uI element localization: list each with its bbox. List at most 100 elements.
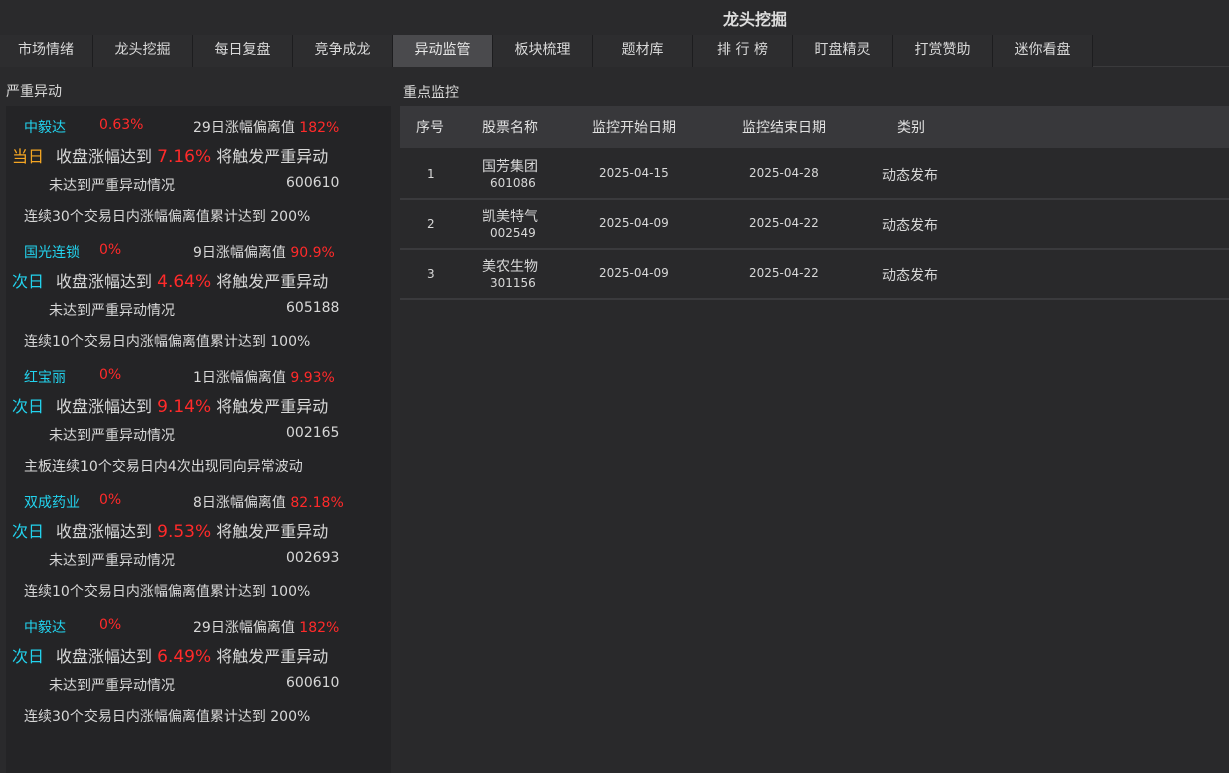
- rule-text: 主板连续10个交易日内4次出现同向异常波动: [24, 459, 303, 475]
- tab-leader-mining[interactable]: 龙头挖掘: [93, 35, 193, 67]
- change-percent: 0%: [99, 242, 122, 258]
- status-text: 未达到严重异动情况: [49, 303, 175, 319]
- alert-card[interactable]: 红宝丽 0% 1日涨幅偏离值 9.93% 次日 收盘涨幅达到 9.14% 将触发严…: [6, 356, 391, 481]
- row-category: 动态发布: [882, 168, 938, 184]
- threshold-value: 9.53%: [157, 522, 212, 542]
- status-text: 未达到严重异动情况: [49, 428, 175, 444]
- col-stock-name[interactable]: 股票名称: [482, 117, 538, 137]
- row-category: 动态发布: [882, 218, 938, 234]
- title-bar: 龙头挖掘: [0, 0, 1229, 35]
- trigger-line: 次日 收盘涨幅达到 9.14% 将触发严重异动: [12, 397, 329, 417]
- row-stock-name: 美农生物: [482, 259, 538, 275]
- tab-watch-sprite[interactable]: 盯盘精灵: [793, 35, 893, 67]
- severe-abnormal-heading: 严重异动: [6, 84, 62, 100]
- threshold-value: 6.49%: [157, 647, 212, 667]
- row-start-date: 2025-04-15: [599, 166, 669, 180]
- deviation-value: 182%: [299, 120, 340, 136]
- stock-name: 国光连锁: [24, 245, 80, 261]
- alert-card[interactable]: 国光连锁 0% 9日涨幅偏离值 90.9% 次日 收盘涨幅达到 4.64% 将触发…: [6, 231, 391, 356]
- day-label: 次日: [12, 647, 45, 666]
- table-row[interactable]: 1 国芳集团 601086 2025-04-15 2025-04-28 动态发布: [400, 150, 1229, 200]
- tab-competition[interactable]: 竞争成龙: [293, 35, 393, 67]
- tab-sector-review[interactable]: 板块梳理: [493, 35, 593, 67]
- row-end-date: 2025-04-22: [749, 266, 819, 280]
- stock-name: 中毅达: [24, 620, 66, 636]
- col-end-date[interactable]: 监控结束日期: [742, 117, 826, 137]
- main-tabs: 市场情绪 龙头挖掘 每日复盘 竞争成龙 异动监管 板块梳理 题材库 排 行 榜 …: [0, 35, 1229, 67]
- deviation-value: 9.93%: [290, 370, 335, 386]
- row-end-date: 2025-04-22: [749, 216, 819, 230]
- table-row[interactable]: 2 凯美特气 002549 2025-04-09 2025-04-22 动态发布: [400, 200, 1229, 250]
- status-text: 未达到严重异动情况: [49, 678, 175, 694]
- stock-name: 红宝丽: [24, 370, 66, 386]
- change-percent: 0%: [99, 492, 122, 508]
- alert-card[interactable]: 双成药业 0% 8日涨幅偏离值 82.18% 次日 收盘涨幅达到 9.53% 将触…: [6, 481, 391, 606]
- deviation-label: 8日涨幅偏离值 82.18%: [193, 495, 344, 511]
- row-stock-name: 国芳集团: [482, 159, 538, 175]
- rule-text: 连续10个交易日内涨幅偏离值累计达到 100%: [24, 334, 311, 350]
- change-percent: 0%: [99, 617, 122, 633]
- trigger-line: 次日 收盘涨幅达到 6.49% 将触发严重异动: [12, 647, 329, 667]
- row-category: 动态发布: [882, 268, 938, 284]
- stock-name: 中毅达: [24, 120, 66, 136]
- alert-card[interactable]: 中毅达 0% 29日涨幅偏离值 182% 次日 收盘涨幅达到 6.49% 将触发严…: [6, 606, 391, 731]
- stock-name: 双成药业: [24, 495, 80, 511]
- tab-ranking[interactable]: 排 行 榜: [693, 35, 793, 67]
- deviation-value: 182%: [299, 620, 340, 636]
- row-index: 3: [427, 267, 435, 281]
- status-text: 未达到严重异动情况: [49, 178, 175, 194]
- rule-text: 连续30个交易日内涨幅偏离值累计达到 200%: [24, 209, 311, 225]
- tab-donate[interactable]: 打赏赞助: [893, 35, 993, 67]
- threshold-value: 4.64%: [157, 272, 212, 292]
- day-label: 次日: [12, 397, 45, 416]
- col-index[interactable]: 序号: [416, 117, 444, 137]
- deviation-label: 9日涨幅偏离值 90.9%: [193, 245, 335, 261]
- tab-theme-library[interactable]: 题材库: [593, 35, 693, 67]
- status-text: 未达到严重异动情况: [49, 553, 175, 569]
- row-start-date: 2025-04-09: [599, 216, 669, 230]
- deviation-label: 29日涨幅偏离值 182%: [193, 620, 340, 636]
- alert-card[interactable]: 中毅达 0.63% 29日涨幅偏离值 182% 当日 收盘涨幅达到 7.16% 将…: [6, 106, 391, 231]
- stock-code: 600610: [286, 175, 340, 191]
- day-label: 当日: [12, 147, 45, 166]
- row-stock-code: 002549: [490, 226, 536, 240]
- deviation-value: 82.18%: [290, 495, 344, 511]
- key-monitor-panel: 序号 股票名称 监控开始日期 监控结束日期 类别 1 国芳集团 601086 2…: [400, 106, 1229, 773]
- trigger-line: 当日 收盘涨幅达到 7.16% 将触发严重异动: [12, 147, 329, 167]
- change-percent: 0.63%: [99, 117, 144, 133]
- row-end-date: 2025-04-28: [749, 166, 819, 180]
- col-category[interactable]: 类别: [897, 117, 925, 137]
- trigger-line: 次日 收盘涨幅达到 9.53% 将触发严重异动: [12, 522, 329, 542]
- deviation-label: 1日涨幅偏离值 9.93%: [193, 370, 335, 386]
- row-stock-name: 凯美特气: [482, 209, 538, 225]
- day-label: 次日: [12, 272, 45, 291]
- tab-market-sentiment[interactable]: 市场情绪: [0, 35, 93, 67]
- deviation-label: 29日涨幅偏离值 182%: [193, 120, 340, 136]
- key-monitor-heading: 重点监控: [403, 85, 459, 101]
- day-label: 次日: [12, 522, 45, 541]
- change-percent: 0%: [99, 367, 122, 383]
- table-header: 序号 股票名称 监控开始日期 监控结束日期 类别: [400, 106, 1229, 148]
- rule-text: 连续10个交易日内涨幅偏离值累计达到 100%: [24, 584, 311, 600]
- app-title: 龙头挖掘: [722, 10, 787, 29]
- row-index: 2: [427, 217, 435, 231]
- stock-code: 002693: [286, 550, 340, 566]
- stock-code: 002165: [286, 425, 340, 441]
- threshold-value: 9.14%: [157, 397, 212, 417]
- row-stock-code: 301156: [490, 276, 536, 290]
- tab-mini-view[interactable]: 迷你看盘: [993, 35, 1093, 67]
- tab-daily-review[interactable]: 每日复盘: [193, 35, 293, 67]
- row-start-date: 2025-04-09: [599, 266, 669, 280]
- col-start-date[interactable]: 监控开始日期: [592, 117, 676, 137]
- deviation-value: 90.9%: [290, 245, 335, 261]
- row-stock-code: 601086: [490, 176, 536, 190]
- tab-abnormal-monitor[interactable]: 异动监管: [393, 35, 493, 67]
- trigger-line: 次日 收盘涨幅达到 4.64% 将触发严重异动: [12, 272, 329, 292]
- severe-abnormal-panel: 中毅达 0.63% 29日涨幅偏离值 182% 当日 收盘涨幅达到 7.16% 将…: [6, 106, 391, 773]
- table-row[interactable]: 3 美农生物 301156 2025-04-09 2025-04-22 动态发布: [400, 250, 1229, 300]
- threshold-value: 7.16%: [157, 147, 212, 167]
- row-index: 1: [427, 167, 435, 181]
- rule-text: 连续30个交易日内涨幅偏离值累计达到 200%: [24, 709, 311, 725]
- stock-code: 605188: [286, 300, 340, 316]
- stock-code: 600610: [286, 675, 340, 691]
